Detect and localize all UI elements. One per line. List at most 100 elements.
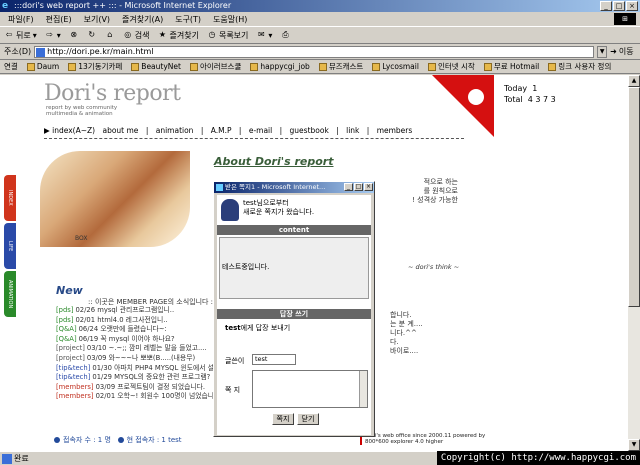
forward-arrow-icon: ⇨ (46, 30, 54, 39)
right-text-lines: 합니다. 는 분 계.... 니다.^^ 다. 바이로.... (390, 311, 423, 355)
link-item[interactable]: 인터넷 시작 (427, 61, 475, 72)
refresh-button[interactable]: ↻ (87, 30, 97, 40)
toolbar: ⇦ 뒤로 ▾ ⇨ ▾ ⊗ ↻ ⌂ ◎ 검색 ★ 즐겨찾기 ◷ 목록보기 ✉ ▾ ⎙ (0, 26, 640, 44)
visitor-stats: 접속자 수 : 1 명 현 접속자 : 1 test (54, 435, 182, 445)
popup-minimize-button[interactable]: _ (344, 183, 353, 191)
mail-button[interactable]: ✉ ▾ (256, 30, 272, 40)
popup-body: test님으로부터 새로운 쪽지가 왔습니다. content 테스트중입니다.… (217, 195, 371, 435)
nav-separator: | (145, 126, 149, 135)
address-dropdown-button[interactable]: ▼ (597, 45, 608, 58)
link-icon (372, 62, 381, 71)
link-item[interactable]: 링크 사용자 정의 (548, 61, 611, 72)
close-popup-button[interactable]: 닫기 (297, 413, 319, 425)
side-tab-life[interactable]: LIFE (4, 223, 16, 269)
side-tab-animation[interactable]: ANIMATION (4, 271, 16, 317)
link-icon (26, 62, 35, 71)
link-icon (318, 62, 327, 71)
links-label: 연결 (4, 62, 18, 71)
home-button[interactable]: ⌂ (105, 30, 115, 40)
scroll-down-button[interactable]: ▼ (628, 439, 640, 451)
link-item[interactable]: Daum (26, 62, 59, 71)
new-title: New (56, 284, 83, 297)
menu-tools[interactable]: 도구(T) (175, 14, 201, 25)
link-item[interactable]: 아이러브스쿨 (189, 61, 241, 72)
site-logo[interactable]: Dori's report (44, 81, 181, 106)
divider (44, 138, 464, 139)
photo-label: BOX (75, 235, 88, 242)
address-label: 주소(D) (4, 47, 32, 56)
nav-separator: | (279, 126, 283, 135)
nav-separator: | (200, 126, 204, 135)
link-item[interactable]: 13기동기카페 (68, 61, 122, 72)
nav-link[interactable]: link (346, 126, 359, 135)
reply-section-header: 답장 쓰기 (217, 309, 371, 319)
message-label: 쪽 지 (225, 386, 241, 394)
about-title[interactable]: About Dori's report (214, 155, 334, 168)
scroll-thumb[interactable] (628, 87, 640, 307)
link-icon (68, 62, 77, 71)
menu-help[interactable]: 도움말(H) (213, 14, 247, 25)
site-tagline: report by web community multimedia & ani… (46, 105, 118, 117)
stop-button[interactable]: ⊗ (69, 30, 79, 40)
minimize-button[interactable]: _ (600, 1, 612, 11)
header-photo (40, 151, 190, 247)
window-title-bar: e :::dori's web report ++ ::: - Microsof… (0, 0, 640, 12)
address-input[interactable]: http://dori.pe.kr/main.html (34, 45, 595, 58)
popup-close-button[interactable]: × (364, 183, 373, 191)
powered-by: Dori's web office since 2000.11 powered … (360, 433, 494, 445)
mascot-icon (221, 199, 239, 221)
send-button[interactable]: 쪽지 (272, 413, 294, 425)
vertical-scrollbar[interactable]: ▲ ▼ (628, 75, 640, 451)
print-button[interactable]: ⎙ (280, 30, 290, 40)
chevron-down-icon: ▾ (56, 30, 61, 40)
history-icon: ◷ (208, 30, 216, 39)
menu-file[interactable]: 파일(F) (8, 14, 34, 25)
address-bar: 주소(D) http://dori.pe.kr/main.html ▼ ➜ 이동 (0, 44, 640, 60)
textarea-scrollbar[interactable] (359, 371, 367, 407)
link-item[interactable]: 무료 Hotmail (483, 61, 539, 72)
bullet-icon (117, 437, 124, 443)
go-arrow-icon: ➜ (610, 47, 617, 56)
forward-button[interactable]: ⇨ ▾ (45, 30, 61, 40)
nav-members[interactable]: members (377, 126, 413, 135)
menu-edit[interactable]: 편집(E) (46, 14, 72, 25)
side-tab-index[interactable]: INDEX (4, 175, 16, 221)
link-icon (427, 62, 436, 71)
chevron-down-icon: ▾ (32, 30, 37, 40)
nav-animation[interactable]: animation (156, 126, 194, 135)
dori-think: ~ dori's think ~ (408, 263, 460, 271)
nav-about-me[interactable]: about me (102, 126, 138, 135)
nav-index[interactable]: ▶ index(A~Z) (44, 126, 95, 135)
nav-amp[interactable]: A.M.P (211, 126, 232, 135)
history-button[interactable]: ◷ 목록보기 (207, 30, 248, 41)
menu-view[interactable]: 보기(V) (84, 14, 110, 25)
scroll-up-button[interactable]: ▲ (628, 75, 640, 87)
link-item[interactable]: BeautyNet (131, 62, 181, 71)
link-icon (189, 62, 198, 71)
menu-favorites[interactable]: 즐겨찾기(A) (122, 14, 163, 25)
page-icon (2, 454, 12, 464)
search-button[interactable]: ◎ 검색 (123, 30, 149, 41)
back-button[interactable]: ⇦ 뒤로 ▾ (4, 30, 37, 41)
link-icon (250, 62, 259, 71)
message-textarea[interactable] (252, 370, 368, 408)
page-icon (36, 47, 46, 57)
favorites-button[interactable]: ★ 즐겨찾기 (158, 30, 199, 41)
ie-icon (216, 184, 223, 191)
go-button[interactable]: ➜ 이동 (610, 46, 633, 57)
link-item[interactable]: 뮤즈캐스트 (318, 61, 363, 72)
ie-icon: e (2, 1, 9, 11)
popup-header: test님으로부터 새로운 쪽지가 왔습니다. (221, 199, 314, 221)
link-item[interactable]: Lycosmail (372, 62, 419, 71)
status-text: 완료 (14, 454, 29, 463)
popup-maximize-button[interactable]: □ (354, 183, 363, 191)
author-input[interactable]: test (252, 354, 296, 365)
menu-bar: 파일(F) 편집(E) 보기(V) 즐겨찾기(A) 도구(T) 도움말(H) ⊞ (0, 12, 640, 26)
nav-guestbook[interactable]: guestbook (290, 126, 329, 135)
side-tabs: INDEX LIFE ANIMATION (4, 175, 16, 319)
nav-email[interactable]: e-mail (249, 126, 272, 135)
close-button[interactable]: × (626, 1, 638, 11)
back-arrow-icon: ⇦ (5, 30, 13, 39)
link-item[interactable]: happycgi_job (250, 62, 310, 71)
maximize-button[interactable]: □ (613, 1, 625, 11)
